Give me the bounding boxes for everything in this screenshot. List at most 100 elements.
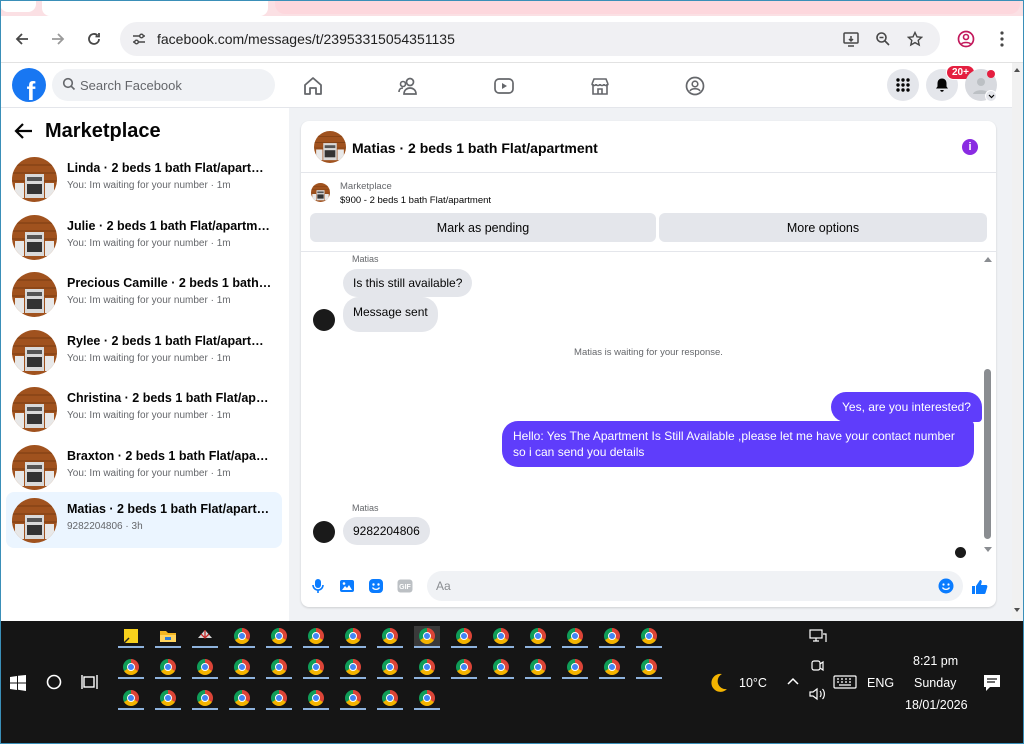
microphone-icon[interactable]	[309, 577, 327, 595]
chrome-icon[interactable]	[488, 626, 514, 648]
search-circle-icon[interactable]	[46, 674, 62, 690]
conversation-item[interactable]: Precious Camille · 2 beds 1 bath Fl... Yo…	[6, 266, 282, 322]
chrome-icon[interactable]	[303, 657, 329, 679]
chrome-icon[interactable]	[340, 688, 366, 710]
chrome-icon[interactable]	[525, 626, 551, 648]
chrome-icon[interactable]	[599, 657, 625, 679]
clock-time[interactable]: 8:21 pm	[913, 654, 958, 668]
chrome-icon[interactable]	[303, 688, 329, 710]
conversation-item[interactable]: Christina · 2 beds 1 bath Flat/apart... Y…	[6, 381, 282, 437]
listing-price[interactable]: $900 - 2 beds 1 bath Flat/apartment	[340, 195, 491, 206]
video-icon[interactable]	[491, 73, 517, 99]
chrome-icon[interactable]	[377, 626, 403, 648]
moon-weather-icon[interactable]	[706, 671, 730, 695]
home-icon[interactable]	[300, 73, 326, 99]
tab-active[interactable]	[42, 0, 268, 16]
more-options-button[interactable]: More options	[659, 213, 987, 242]
chrome-icon[interactable]	[266, 626, 292, 648]
incoming-message[interactable]: Message sent	[343, 297, 438, 332]
chrome-icon[interactable]	[266, 657, 292, 679]
incoming-message[interactable]: 9282204806	[343, 517, 430, 545]
conversation-item[interactable]: Linda · 2 beds 1 bath Flat/apartment You:…	[6, 151, 282, 207]
chrome-icon[interactable]	[229, 626, 255, 648]
app-icon[interactable]	[192, 626, 218, 648]
sticky-notes-icon[interactable]	[118, 626, 144, 648]
volume-icon[interactable]	[809, 687, 827, 701]
chrome-icon[interactable]	[118, 657, 144, 679]
chrome-icon[interactable]	[414, 688, 440, 710]
groups-icon[interactable]	[682, 73, 708, 99]
scroll-down-icon[interactable]	[983, 546, 993, 554]
notification-center-icon[interactable]	[983, 674, 1001, 692]
install-app-icon[interactable]	[840, 28, 862, 50]
marketplace-icon[interactable]	[587, 73, 613, 99]
network-icon[interactable]	[809, 629, 827, 643]
photo-icon[interactable]	[338, 577, 356, 595]
address-bar[interactable]: facebook.com/messages/t/2395331505435113…	[120, 22, 940, 56]
sender-avatar[interactable]	[313, 309, 335, 331]
chrome-icon[interactable]	[266, 688, 292, 710]
conversation-item[interactable]: Matias · 2 beds 1 bath Flat/apartm... 928…	[6, 492, 282, 548]
scroll-up-icon[interactable]	[983, 255, 993, 263]
chrome-icon[interactable]	[340, 626, 366, 648]
sender-avatar[interactable]	[313, 521, 335, 543]
browser-menu-button[interactable]	[988, 25, 1016, 53]
facebook-logo[interactable]: f	[12, 68, 46, 102]
profile-button[interactable]	[952, 25, 980, 53]
site-settings-icon[interactable]	[128, 28, 150, 50]
bookmark-star-icon[interactable]	[904, 28, 926, 50]
friends-icon[interactable]	[395, 73, 421, 99]
chrome-icon[interactable]	[229, 688, 255, 710]
chrome-icon[interactable]	[451, 657, 477, 679]
chrome-icon[interactable]	[377, 688, 403, 710]
meet-now-icon[interactable]	[809, 659, 825, 673]
page-scrollbar[interactable]	[1012, 63, 1022, 619]
gif-icon[interactable]: GIF	[396, 577, 414, 595]
chrome-icon[interactable]	[155, 657, 181, 679]
forward-button[interactable]	[44, 25, 72, 53]
back-button[interactable]	[8, 25, 36, 53]
chrome-icon[interactable]	[303, 626, 329, 648]
chrome-icon[interactable]	[377, 657, 403, 679]
chrome-icon[interactable]	[155, 688, 181, 710]
conversation-item[interactable]: Braxton · 2 beds 1 bath Flat/apart... You…	[6, 439, 282, 495]
zoom-icon[interactable]	[872, 28, 894, 50]
chrome-icon[interactable]	[562, 626, 588, 648]
chat-title[interactable]: Matias · 2 beds 1 bath Flat/apartment	[352, 140, 598, 156]
back-arrow-icon[interactable]	[14, 122, 34, 140]
task-view-icon[interactable]	[81, 674, 99, 690]
listing-avatar[interactable]	[314, 131, 346, 163]
chrome-icon[interactable]	[340, 657, 366, 679]
clock-day[interactable]: Sunday	[914, 676, 956, 690]
tab-previous[interactable]	[0, 0, 36, 12]
windows-start-icon[interactable]	[9, 674, 27, 692]
chrome-icon[interactable]	[562, 657, 588, 679]
outgoing-message[interactable]: Yes, are you interested?	[831, 392, 982, 422]
chrome-icon[interactable]	[414, 626, 440, 648]
search-input[interactable]: Search Facebook	[52, 69, 275, 101]
chrome-icon[interactable]	[636, 626, 662, 648]
chrome-icon[interactable]	[636, 657, 662, 679]
chrome-icon[interactable]	[229, 657, 255, 679]
chrome-icon[interactable]	[488, 657, 514, 679]
input-language[interactable]: ENG	[867, 676, 894, 690]
like-icon[interactable]	[969, 577, 989, 597]
chrome-icon[interactable]	[192, 688, 218, 710]
chevron-up-icon[interactable]	[787, 677, 799, 685]
chrome-icon[interactable]	[525, 657, 551, 679]
info-icon[interactable]: i	[962, 139, 978, 155]
weather-temperature[interactable]: 10°C	[739, 676, 767, 690]
chat-scrollbar[interactable]	[984, 369, 991, 539]
conversation-item[interactable]: Julie · 2 beds 1 bath Flat/apartment You:…	[6, 209, 282, 265]
chrome-icon[interactable]	[599, 626, 625, 648]
message-input[interactable]: Aa	[427, 571, 963, 601]
file-explorer-icon[interactable]	[155, 626, 181, 648]
outgoing-message[interactable]: Hello: Yes The Apartment Is Still Availa…	[502, 421, 974, 467]
menu-button[interactable]	[887, 69, 919, 101]
tab-other[interactable]	[275, 0, 1020, 14]
chrome-icon[interactable]	[118, 688, 144, 710]
reload-button[interactable]	[80, 25, 108, 53]
clock-date[interactable]: 18/01/2026	[905, 698, 968, 712]
chrome-icon[interactable]	[451, 626, 477, 648]
mark-as-pending-button[interactable]: Mark as pending	[310, 213, 656, 242]
